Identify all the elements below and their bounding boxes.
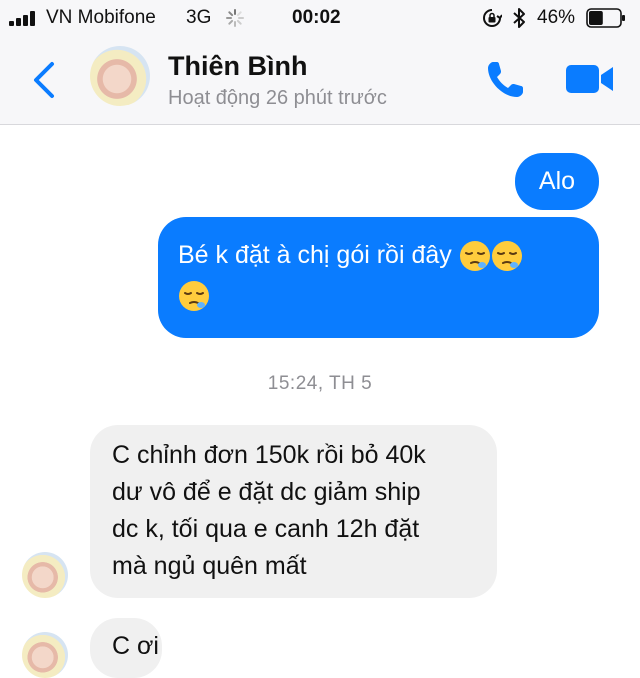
conversation-header: Thiên Bình Hoạt động 26 phút trước: [0, 36, 640, 125]
video-camera-icon[interactable]: [565, 62, 615, 96]
clock: 00:02: [292, 7, 341, 28]
message-line: C chỉnh đơn 150k rồi bỏ 40k: [112, 441, 426, 469]
rotation-lock-icon: [483, 9, 502, 27]
sender-avatar[interactable]: [22, 552, 68, 598]
signal-bars-icon: [9, 10, 41, 26]
network-type: 3G: [186, 7, 212, 28]
status-bar: VN Mobifone 3G 00:02 46%: [0, 0, 640, 36]
back-chevron-icon[interactable]: [28, 58, 60, 102]
contact-name[interactable]: Thiên Bình: [168, 51, 307, 82]
sender-avatar[interactable]: [22, 632, 68, 678]
carrier-name: VN Mobifone: [46, 7, 156, 28]
sleepy-face-emoji: [179, 281, 209, 312]
message-line: dc k, tối qua e canh 12h đặt: [112, 515, 420, 543]
message-line: mà ngủ quên mất: [112, 552, 307, 580]
incoming-message-bubble[interactable]: C ơi: [90, 618, 162, 678]
bluetooth-icon: [513, 8, 525, 28]
message-timestamp: 15:24, TH 5: [267, 373, 373, 394]
message-text: C ơi: [112, 632, 159, 660]
sleepy-face-emoji: [459, 241, 490, 272]
sleepy-face-emoji: [491, 241, 522, 272]
battery-icon: [586, 8, 625, 28]
incoming-message-bubble[interactable]: C chỉnh đơn 150k rồi bỏ 40k dư vô để e đ…: [90, 425, 497, 598]
outgoing-message-bubble[interactable]: Alo: [515, 153, 599, 210]
phone-icon[interactable]: [485, 58, 527, 100]
message-text: Alo: [538, 167, 576, 195]
battery-percent: 46%: [537, 7, 576, 28]
activity-status: Hoạt động 26 phút trước: [168, 87, 387, 109]
message-line: dư vô để e đặt dc giảm ship: [112, 478, 421, 506]
message-text: Bé k đặt à chị gói rồi đây: [178, 241, 452, 269]
outgoing-message-bubble[interactable]: Bé k đặt à chị gói rồi đây: [158, 217, 599, 338]
contact-avatar[interactable]: [90, 46, 150, 106]
loading-spinner-icon: [226, 9, 244, 27]
